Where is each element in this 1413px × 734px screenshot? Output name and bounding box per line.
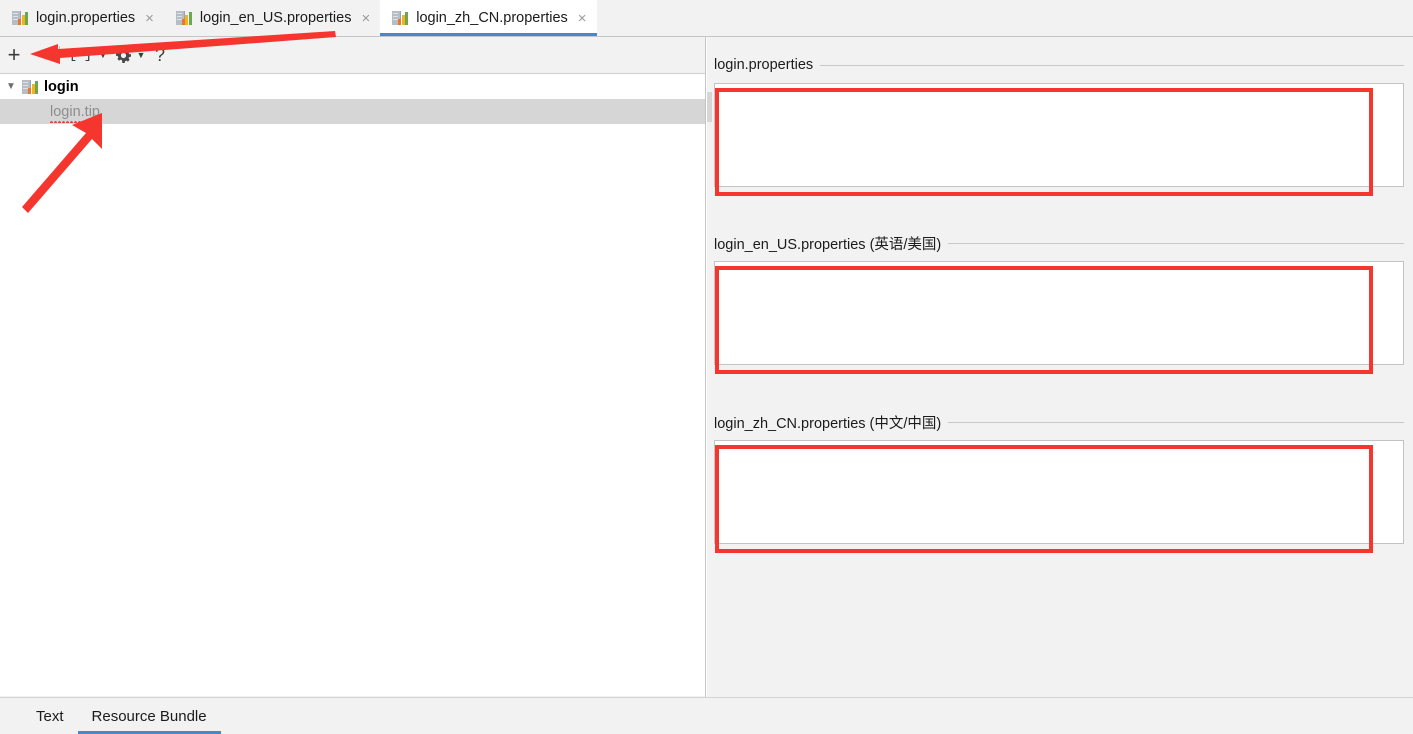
section-header: login.properties [707,55,1413,75]
value-input-default[interactable] [715,84,1403,186]
tree-row-login-tip[interactable]: login.tip [0,99,705,124]
editor-tab-label: login_zh_CN.properties [416,10,568,26]
properties-bundle-icon [392,10,409,26]
bundle-toolbar: + − [=] ▼ ▼ ? [0,37,705,74]
tab-resource-bundle[interactable]: Resource Bundle [77,698,221,734]
value-box-en-us[interactable] [714,261,1404,365]
property-values-panel: login.properties login_en_US.properties … [707,37,1413,697]
section-title: login_en_US.properties (英语/美国) [714,236,942,253]
properties-bundle-icon [12,10,28,26]
editor-view-tab-bar: Text Resource Bundle [0,697,1413,734]
editor-tab-login-en-us-properties[interactable]: login_en_US.properties × [164,0,380,36]
add-property-button[interactable]: + [0,41,28,69]
tree-root-label: login [44,78,79,95]
toolbar-separator [59,46,60,64]
header-divider [948,421,1404,423]
chevron-down-icon[interactable]: ▼ [0,81,22,92]
editor-tab-bar: login.properties × login_en_US.propertie… [0,0,1413,37]
tab-text[interactable]: Text [22,698,78,734]
help-icon[interactable]: ? [147,41,173,69]
editor-tab-label: login.properties [36,10,136,26]
header-divider [820,64,1404,66]
collapse-all-button[interactable]: [=] [65,41,95,69]
property-section-default: login.properties [707,55,1413,187]
section-header: login_zh_CN.properties (中文/中国) [707,412,1413,432]
close-icon[interactable]: × [143,11,154,26]
tab-label: Resource Bundle [91,707,207,725]
value-input-zh-cn[interactable] [715,441,1403,543]
chevron-down-icon[interactable]: ▼ [95,41,111,69]
section-title: login.properties [714,57,814,73]
section-header: login_en_US.properties (英语/美国) [707,233,1413,253]
tree-item-label: login.tip [50,103,100,123]
properties-bundle-icon [22,79,38,95]
section-title: login_zh_CN.properties (中文/中国) [714,415,942,432]
chevron-down-icon[interactable]: ▼ [135,41,147,69]
editor-tab-login-zh-cn-properties[interactable]: login_zh_CN.properties × [380,0,597,36]
properties-bundle-icon [175,10,192,26]
tree-row-root[interactable]: ▼ login [0,74,705,99]
property-section-zh-cn: login_zh_CN.properties (中文/中国) [707,412,1413,544]
close-icon[interactable]: × [359,11,370,26]
value-box-zh-cn[interactable] [714,440,1404,544]
editor-tab-label: login_en_US.properties [199,10,352,26]
property-section-en-us: login_en_US.properties (英语/美国) [707,233,1413,365]
tab-label: Text [36,707,64,725]
value-input-en-us[interactable] [715,262,1403,364]
header-divider [948,242,1404,244]
editor-tab-login-properties[interactable]: login.properties × [0,0,164,36]
remove-property-button[interactable]: − [28,41,54,69]
properties-key-tree[interactable]: ▼ login login.tip [0,74,705,696]
value-box-default[interactable] [714,83,1404,187]
gear-icon[interactable] [111,41,135,69]
resource-bundle-keys-panel: + − [=] ▼ ▼ ? ▼ login login.tip [0,37,706,697]
close-icon[interactable]: × [576,11,587,26]
